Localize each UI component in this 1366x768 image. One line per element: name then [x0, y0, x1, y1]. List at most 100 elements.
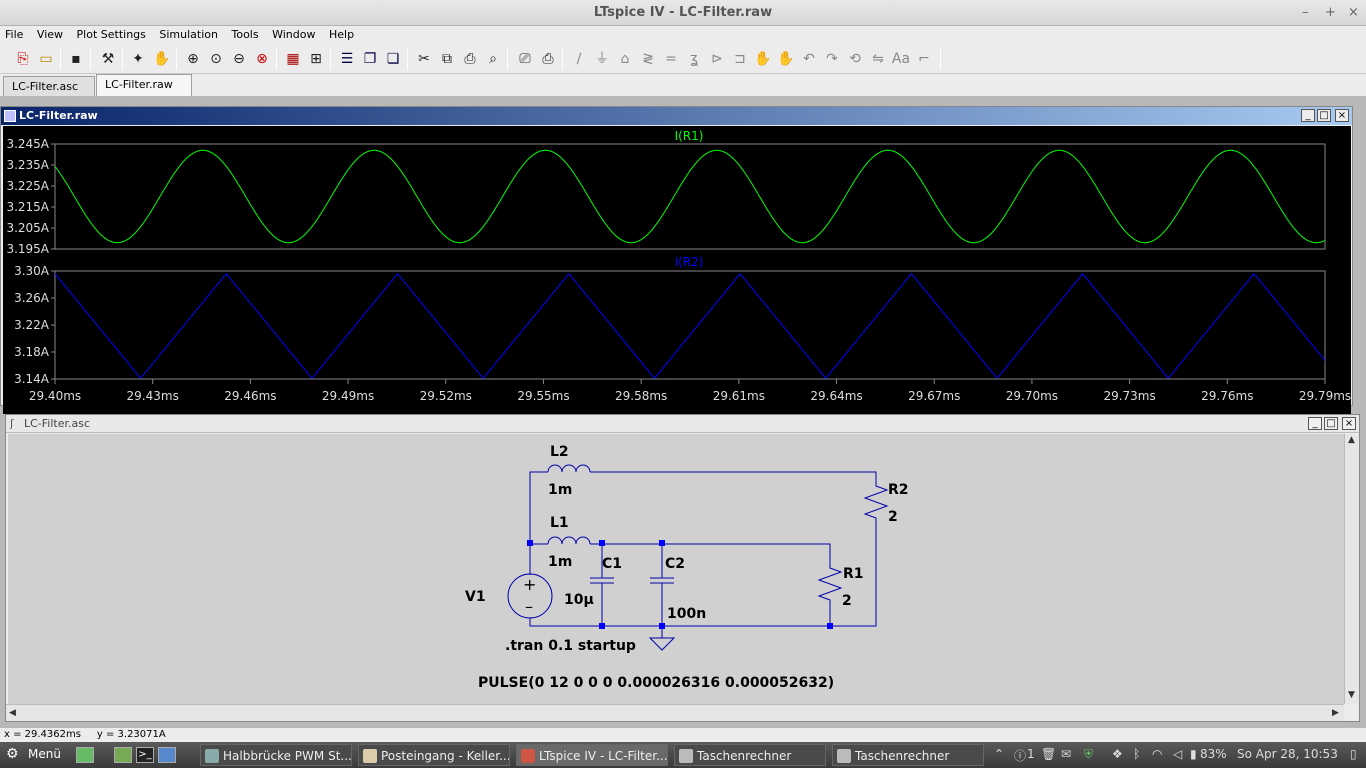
- scroll-left-icon[interactable]: ◀: [9, 708, 16, 718]
- l1-name-label[interactable]: L1: [550, 515, 569, 531]
- task-posteingang[interactable]: Posteingang - Keller...: [358, 744, 510, 766]
- menu-window[interactable]: Window: [267, 26, 320, 41]
- new-schematic-icon[interactable]: ⎘: [13, 49, 33, 69]
- volume-icon[interactable]: ◁: [1173, 747, 1182, 761]
- r2-name-label[interactable]: R2: [888, 482, 909, 498]
- mail-tray-icon[interactable]: ✉: [1061, 747, 1071, 761]
- diode-icon[interactable]: ⊳: [707, 49, 727, 69]
- gear-icon[interactable]: ⚙: [6, 746, 19, 762]
- scroll-up-icon[interactable]: ▲: [1348, 435, 1355, 445]
- r1-name-label[interactable]: R1: [843, 566, 864, 582]
- v1-pulse-value[interactable]: PULSE(0 12 0 0 0 0.000026316 0.000052632…: [478, 675, 834, 691]
- schematic-horizontal-scrollbar[interactable]: ◀ ▶: [6, 704, 1344, 721]
- cut-icon[interactable]: ✂: [414, 49, 434, 69]
- task-taschenrechner-1[interactable]: Taschenrechner: [674, 744, 826, 766]
- control-panel-icon[interactable]: ⚒: [98, 49, 118, 69]
- schematic-vertical-scrollbar[interactable]: ▲ ▼: [1344, 434, 1359, 704]
- menu-simulation[interactable]: Simulation: [154, 26, 223, 41]
- tran-directive[interactable]: .tran 0.1 startup: [505, 638, 636, 654]
- mirror-icon[interactable]: ⇋: [868, 49, 888, 69]
- shield-icon[interactable]: ⛨: [1084, 747, 1093, 762]
- schematic-close-button[interactable]: ×: [1342, 417, 1356, 430]
- waveform-maximize-button[interactable]: □: [1317, 109, 1331, 122]
- task-ltspice[interactable]: LTspice IV - LC-Filter....: [516, 744, 668, 766]
- c1-name-label[interactable]: C1: [602, 556, 622, 572]
- zoom-out-icon[interactable]: ⊖: [229, 49, 249, 69]
- find-icon[interactable]: ⌕: [483, 49, 503, 69]
- menu-help[interactable]: Help: [324, 26, 359, 41]
- c1-value-label[interactable]: 10µ: [564, 592, 594, 608]
- waveform-plot[interactable]: I(R1) 3.245A 3.235A 3.225A 3.215A 3.205A 3.19…: [3, 126, 1351, 414]
- start-menu-button[interactable]: Menü: [28, 747, 61, 761]
- open-icon[interactable]: ▭: [36, 49, 56, 69]
- trash-icon[interactable]: 🗑: [1041, 747, 1056, 761]
- wire-icon[interactable]: ∕: [569, 49, 589, 69]
- scroll-right-icon[interactable]: ▶: [1332, 708, 1339, 718]
- minimize-button[interactable]: –: [1302, 5, 1309, 20]
- v1-name-label[interactable]: V1: [465, 589, 486, 605]
- l1-value-label[interactable]: 1m: [548, 554, 572, 570]
- resistor-r2-symbol[interactable]: [863, 482, 889, 522]
- paste-icon[interactable]: ⎙: [460, 49, 480, 69]
- capacitor-icon[interactable]: =: [661, 49, 681, 69]
- waveform-minimize-button[interactable]: _: [1301, 109, 1315, 122]
- menu-view[interactable]: View: [32, 26, 68, 41]
- c2-name-label[interactable]: C2: [665, 556, 685, 572]
- l2-value-label[interactable]: 1m: [548, 482, 572, 498]
- autorange-icon[interactable]: ▦: [283, 49, 303, 69]
- schematic-drawing[interactable]: + – L2 1m R2 2 L1 1m C1 10µ C2 100n R1 2…: [8, 434, 1344, 704]
- rotate-icon[interactable]: ⟲: [845, 49, 865, 69]
- text-icon[interactable]: Aa: [891, 49, 911, 69]
- tab-lc-filter-raw[interactable]: LC-Filter.raw: [96, 74, 192, 96]
- pick-visible-traces-icon[interactable]: ⊞: [306, 49, 326, 69]
- wire-v1-to-l2[interactable]: [529, 471, 548, 546]
- file-manager-icon[interactable]: [114, 747, 132, 763]
- l2-name-label[interactable]: L2: [550, 444, 569, 460]
- notification-icon[interactable]: ⓘ: [1014, 747, 1026, 764]
- print-icon[interactable]: ⎙: [538, 49, 558, 69]
- menu-file[interactable]: File: [0, 26, 28, 41]
- r2-value-label[interactable]: 2: [888, 509, 898, 525]
- undo-icon[interactable]: ↶: [799, 49, 819, 69]
- inductor-l1-symbol[interactable]: [547, 536, 591, 545]
- clock[interactable]: So Apr 28, 10:53: [1237, 747, 1338, 761]
- inductor-icon[interactable]: ʓ: [684, 49, 704, 69]
- ground-symbol[interactable]: [648, 637, 676, 651]
- battery-icon[interactable]: ▮: [1190, 747, 1197, 761]
- zoom-fit-icon[interactable]: ⊗: [252, 49, 272, 69]
- copy-icon[interactable]: ⧉: [437, 49, 457, 69]
- close-button[interactable]: ×: [1348, 5, 1359, 20]
- tab-lc-filter-asc[interactable]: LC-Filter.asc: [3, 76, 95, 96]
- wire-l1-to-r1[interactable]: [590, 543, 831, 564]
- bluetooth-icon[interactable]: ᛒ: [1133, 747, 1140, 761]
- scroll-down-icon[interactable]: ▼: [1348, 690, 1355, 700]
- tile-vertical-icon[interactable]: ❏: [383, 49, 403, 69]
- task-taschenrechner-2[interactable]: Taschenrechner: [832, 744, 984, 766]
- browser-icon[interactable]: [158, 747, 176, 763]
- menu-plot-settings[interactable]: Plot Settings: [72, 26, 151, 41]
- series-label-i-r1[interactable]: I(R1): [675, 129, 704, 143]
- zoom-pan-icon[interactable]: ⊙: [206, 49, 226, 69]
- menu-tools[interactable]: Tools: [226, 26, 263, 41]
- schematic-maximize-button[interactable]: □: [1324, 417, 1338, 430]
- save-icon[interactable]: ▪: [66, 49, 86, 69]
- halt-icon[interactable]: ✋: [152, 49, 172, 69]
- spice-directive-icon[interactable]: ⌐: [914, 49, 934, 69]
- ground-icon[interactable]: ⏚: [592, 49, 612, 69]
- zoom-in-icon[interactable]: ⊕: [183, 49, 203, 69]
- r1-value-label[interactable]: 2: [842, 593, 852, 609]
- waveform-close-button[interactable]: ×: [1335, 109, 1349, 122]
- terminal-icon[interactable]: >_: [136, 747, 154, 763]
- schematic-minimize-button[interactable]: _: [1308, 417, 1322, 430]
- print-setup-icon[interactable]: ⎚: [515, 49, 535, 69]
- cascade-icon[interactable]: ❐: [360, 49, 380, 69]
- trace-i-r2[interactable]: [54, 273, 1326, 380]
- inductor-l2-symbol[interactable]: [547, 464, 591, 473]
- series-label-i-r2[interactable]: I(R2): [675, 255, 704, 269]
- redo-icon[interactable]: ↷: [822, 49, 842, 69]
- maximize-button[interactable]: +: [1325, 5, 1336, 20]
- tile-horizontal-icon[interactable]: ☰: [337, 49, 357, 69]
- trace-i-r1[interactable]: [54, 149, 1326, 244]
- show-desktop-icon[interactable]: [76, 747, 94, 763]
- move-icon[interactable]: ✋: [753, 49, 773, 69]
